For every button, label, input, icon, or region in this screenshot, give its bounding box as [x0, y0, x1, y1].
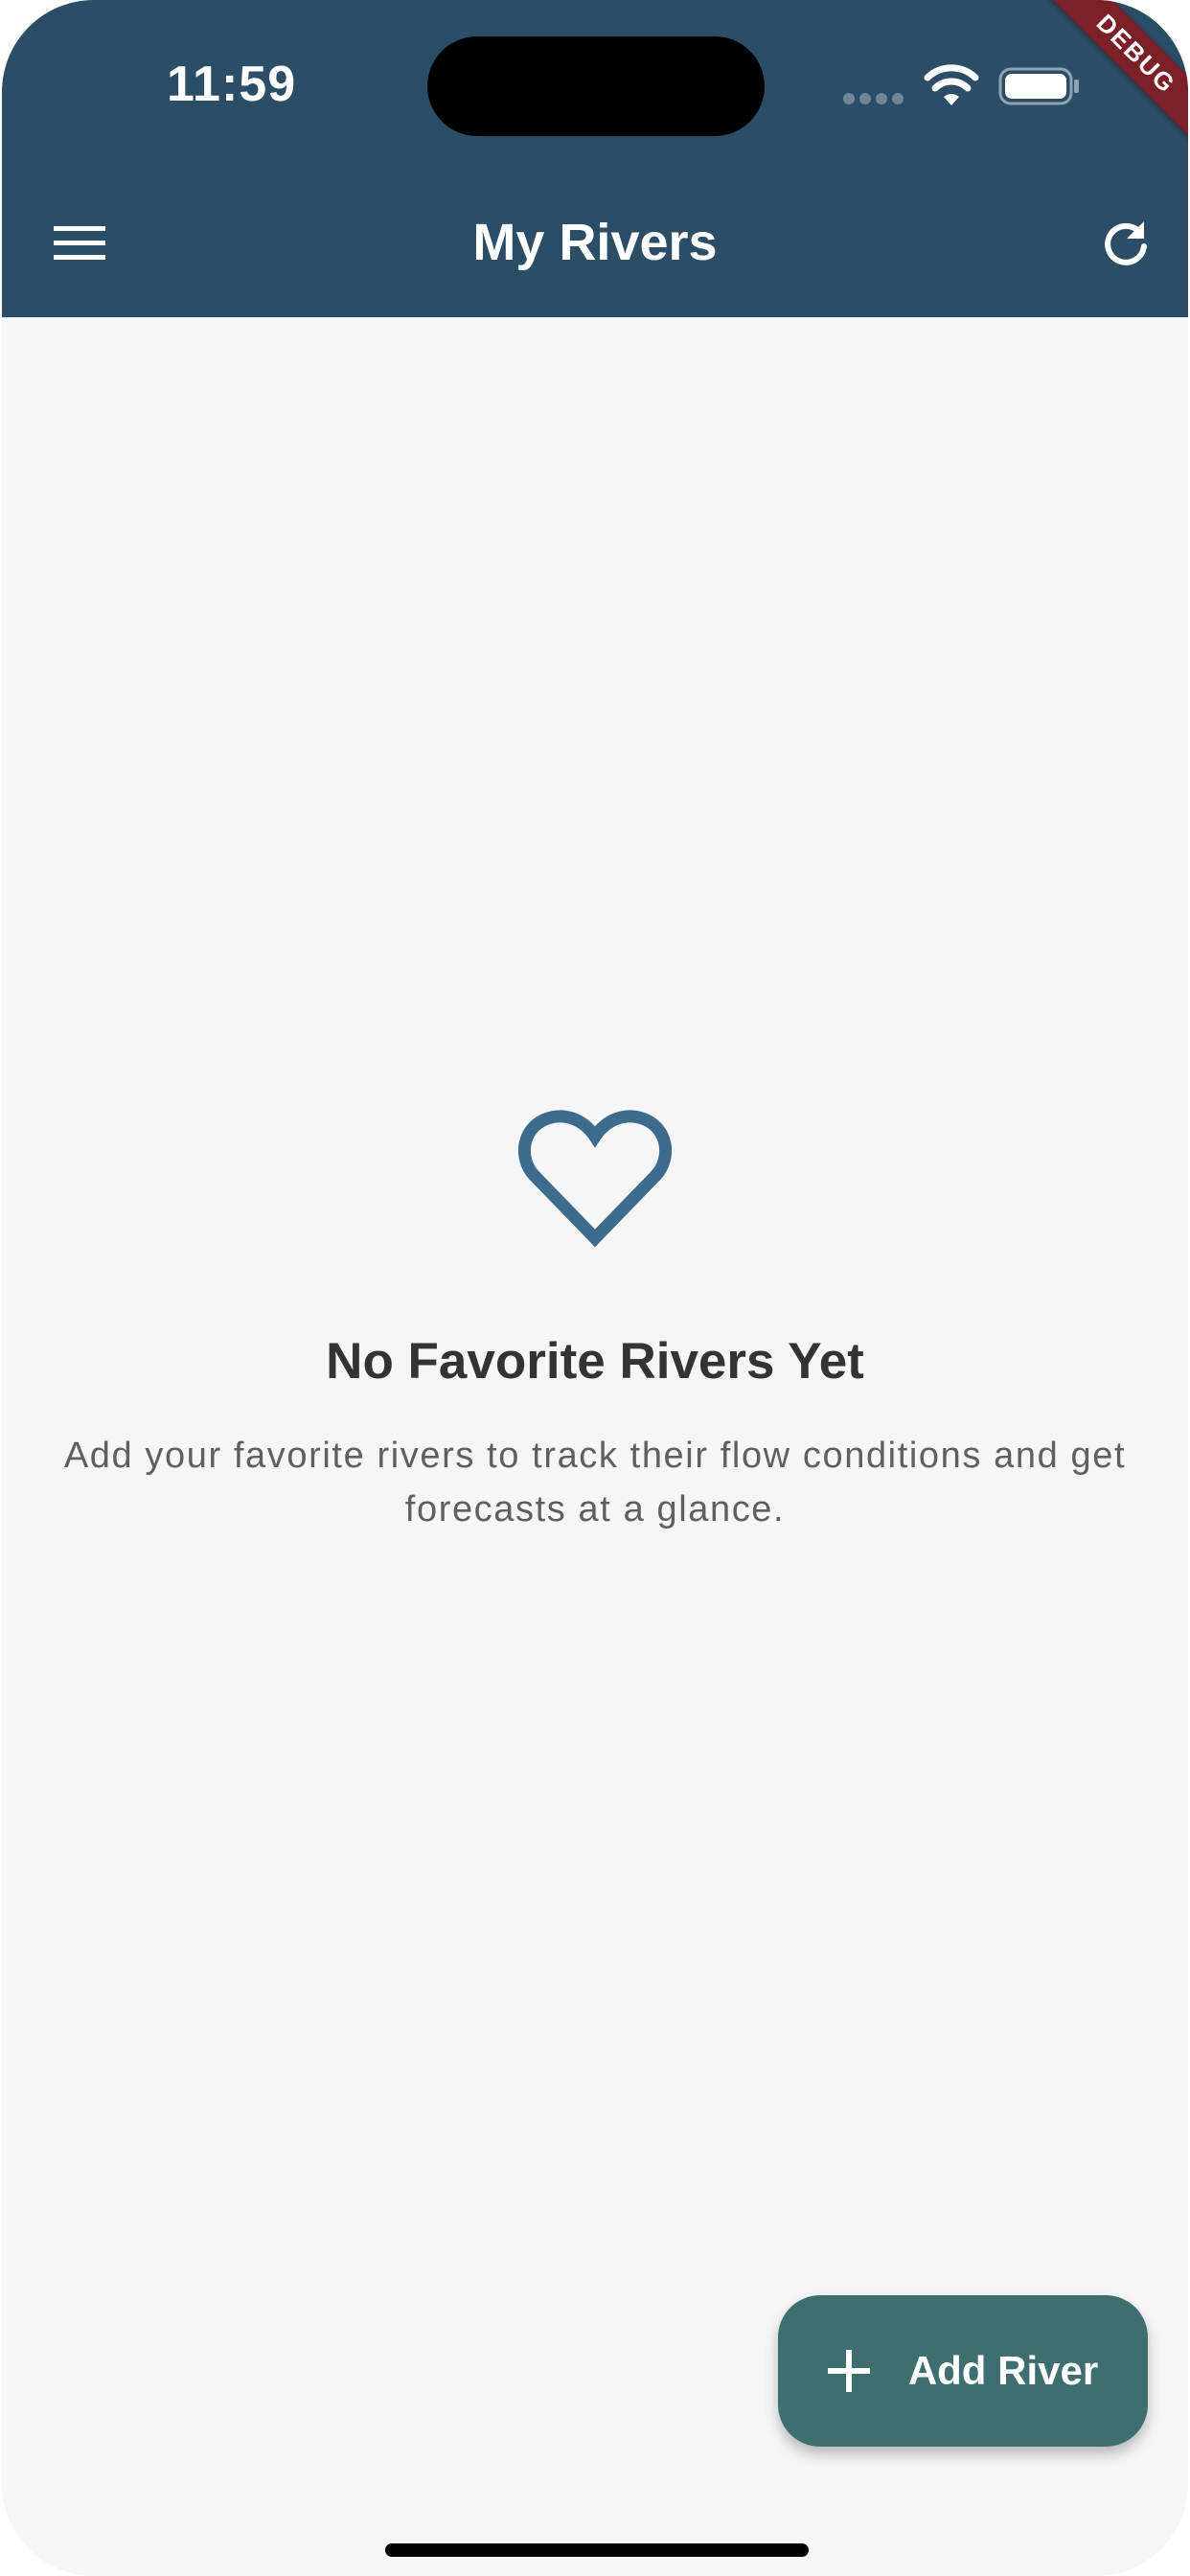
- dynamic-island: [427, 36, 765, 136]
- app-bar: 11:59 DEBUG My Rivers: [2, 0, 1188, 317]
- empty-state: No Favorite Rivers Yet Add your favorite…: [2, 1110, 1188, 1536]
- refresh-button[interactable]: [1073, 197, 1179, 289]
- plus-icon: [827, 2350, 870, 2392]
- add-river-button[interactable]: Add River: [778, 2295, 1148, 2447]
- empty-state-title: No Favorite Rivers Yet: [326, 1333, 864, 1390]
- refresh-icon: [1105, 221, 1147, 265]
- cellular-signal-icon: [843, 93, 904, 106]
- page-title: My Rivers: [472, 214, 718, 271]
- add-river-label: Add River: [907, 2348, 1099, 2393]
- phone-screen: 11:59 DEBUG My Rivers No Favorite Rivers…: [2, 0, 1188, 2576]
- battery-icon: [998, 67, 1079, 105]
- empty-state-message: Add your favorite rivers to track their …: [63, 1436, 1127, 1530]
- wifi-icon: [924, 64, 979, 105]
- heart-outline-icon: [518, 1110, 672, 1248]
- status-time: 11:59: [167, 57, 297, 112]
- home-indicator[interactable]: [385, 2543, 809, 2557]
